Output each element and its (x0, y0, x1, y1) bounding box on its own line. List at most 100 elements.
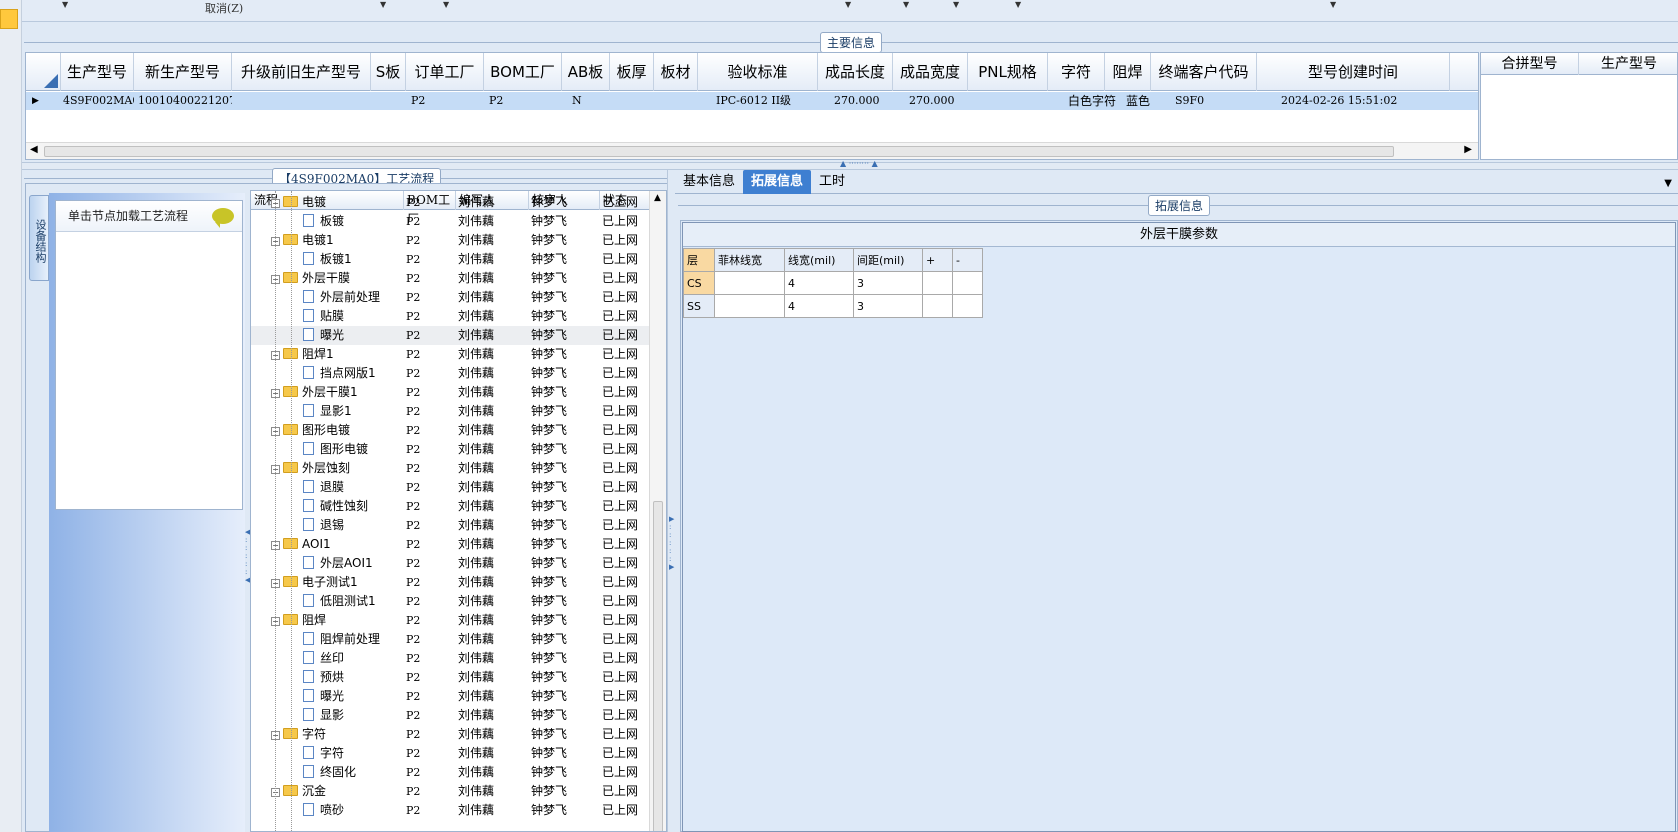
table-cell[interactable]: N (570, 92, 610, 110)
cell-writer[interactable]: 刘伟藕 (458, 554, 528, 573)
cell-status[interactable]: 已上网 (602, 554, 650, 573)
cell-writer[interactable]: 刘伟藕 (458, 649, 528, 668)
chevron-down-icon[interactable]: ▼ (443, 0, 449, 9)
col-header[interactable]: 订单工厂 (406, 53, 484, 91)
table-cell[interactable]: 2024-02-26 15:51:02 (1279, 92, 1449, 110)
cell-bom[interactable]: P2 (406, 440, 454, 459)
tree-leaf-node[interactable]: 图形电镀 P2 刘伟藕 钟梦飞 已上网 (251, 440, 649, 459)
chevron-down-icon[interactable]: ▼ (1015, 0, 1021, 9)
tree-leaf-node[interactable]: 板镀 P2 刘伟藕 钟梦飞 已上网 (251, 212, 649, 231)
cell-status[interactable]: 已上网 (602, 364, 650, 383)
cell-reviewer[interactable]: 钟梦飞 (531, 288, 599, 307)
cell-reviewer[interactable]: 钟梦飞 (531, 516, 599, 535)
table-cell[interactable] (654, 92, 698, 110)
tree-leaf-node[interactable]: 丝印 P2 刘伟藕 钟梦飞 已上网 (251, 649, 649, 668)
cell-reviewer[interactable]: 钟梦飞 (531, 535, 599, 554)
col-header[interactable]: 成品长度 (818, 53, 893, 91)
cell-reviewer[interactable]: 钟梦飞 (531, 307, 599, 326)
col-header[interactable]: 板材 (654, 53, 698, 91)
cell-reviewer[interactable]: 钟梦飞 (531, 649, 599, 668)
tree-leaf-node[interactable]: 曝光 P2 刘伟藕 钟梦飞 已上网 (251, 326, 649, 345)
tree-leaf-node[interactable]: 曝光 P2 刘伟藕 钟梦飞 已上网 (251, 687, 649, 706)
remove-column-button[interactable]: - (952, 248, 983, 272)
cell-status[interactable]: 已上网 (602, 744, 650, 763)
cell-writer[interactable]: 刘伟藕 (458, 231, 528, 250)
cell-writer[interactable]: 刘伟藕 (458, 611, 528, 630)
tree-leaf-node[interactable]: 显影1 P2 刘伟藕 钟梦飞 已上网 (251, 402, 649, 421)
cell-reviewer[interactable]: 钟梦飞 (531, 269, 599, 288)
table-cell[interactable]: 3 (853, 294, 923, 318)
tree-leaf-node[interactable]: 贴膜 P2 刘伟藕 钟梦飞 已上网 (251, 307, 649, 326)
cell-reviewer[interactable]: 钟梦飞 (531, 725, 599, 744)
select-all-icon[interactable] (44, 74, 58, 88)
add-column-button[interactable]: + (922, 248, 953, 272)
layer-cell[interactable]: CS (683, 271, 715, 295)
vertical-splitter[interactable]: ▶::::: ▶ (667, 170, 675, 832)
cell-reviewer[interactable]: 钟梦飞 (531, 364, 599, 383)
tree-leaf-node[interactable]: 终固化 P2 刘伟藕 钟梦飞 已上网 (251, 763, 649, 782)
horizontal-scrollbar[interactable]: ◀ ▶ (26, 142, 1478, 159)
cell-bom[interactable]: P2 (406, 478, 454, 497)
cell-reviewer[interactable]: 钟梦飞 (531, 668, 599, 687)
cell-bom[interactable]: P2 (406, 231, 454, 250)
table-cell[interactable]: P2 (487, 92, 562, 110)
col-header[interactable]: 菲林线宽 (714, 248, 785, 272)
tree-group-node[interactable]: − 图形电镀 P2 刘伟藕 钟梦飞 已上网 (251, 421, 649, 440)
cell-reviewer[interactable]: 钟梦飞 (531, 611, 599, 630)
table-cell[interactable] (952, 294, 983, 318)
cell-writer[interactable]: 刘伟藕 (458, 592, 528, 611)
cell-reviewer[interactable]: 钟梦飞 (531, 573, 599, 592)
cell-bom[interactable]: P2 (406, 554, 454, 573)
cell-writer[interactable]: 刘伟藕 (458, 687, 528, 706)
tree-group-node[interactable]: − 外层蚀刻 P2 刘伟藕 钟梦飞 已上网 (251, 459, 649, 478)
cell-bom[interactable]: P2 (406, 516, 454, 535)
col-header[interactable]: 升级前旧生产型号 (232, 53, 371, 91)
cell-bom[interactable]: P2 (406, 592, 454, 611)
cell-status[interactable]: 已上网 (602, 212, 650, 231)
cell-reviewer[interactable]: 钟梦飞 (531, 193, 599, 212)
tree-group-node[interactable]: − 电镀 P2 刘伟藕 钟梦飞 已上网 (251, 193, 649, 212)
table-cell[interactable]: 4 (784, 294, 854, 318)
col-header[interactable]: 生产型号 (1579, 53, 1678, 75)
cell-status[interactable]: 已上网 (602, 402, 650, 421)
cell-status[interactable]: 已上网 (602, 573, 650, 592)
cell-writer[interactable]: 刘伟藕 (458, 383, 528, 402)
cell-status[interactable]: 已上网 (602, 497, 650, 516)
table-cell[interactable] (922, 271, 953, 295)
cell-status[interactable]: 已上网 (602, 421, 650, 440)
table-cell[interactable] (714, 294, 785, 318)
table-cell[interactable] (232, 92, 371, 110)
cell-bom[interactable]: P2 (406, 364, 454, 383)
cell-writer[interactable]: 刘伟藕 (458, 364, 528, 383)
cell-bom[interactable]: P2 (406, 535, 454, 554)
scroll-thumb[interactable] (653, 501, 663, 831)
table-row[interactable]: CS 4 3 (683, 271, 983, 295)
scroll-right-icon[interactable]: ▶ (1464, 144, 1472, 155)
cell-bom[interactable]: P2 (406, 744, 454, 763)
cell-bom[interactable]: P2 (406, 801, 454, 820)
equipment-structure-tab[interactable]: 设备结构 (29, 195, 49, 281)
table-cell[interactable] (922, 294, 953, 318)
scroll-left-icon[interactable]: ◀ (30, 144, 38, 155)
cell-bom[interactable]: P2 (406, 288, 454, 307)
chevron-down-icon[interactable]: ▼ (380, 0, 386, 9)
cell-bom[interactable]: P2 (406, 573, 454, 592)
tree-leaf-node[interactable]: 显影 P2 刘伟藕 钟梦飞 已上网 (251, 706, 649, 725)
col-header[interactable]: 终端客户代码 (1151, 53, 1257, 91)
table-cell[interactable] (371, 92, 406, 110)
chevron-down-icon[interactable]: ▼ (845, 0, 851, 9)
chevron-down-icon[interactable]: ▼ (1664, 178, 1672, 189)
cell-reviewer[interactable]: 钟梦飞 (531, 231, 599, 250)
cell-writer[interactable]: 刘伟藕 (458, 307, 528, 326)
tree-group-node[interactable]: − AOI1 P2 刘伟藕 钟梦飞 已上网 (251, 535, 649, 554)
horizontal-splitter[interactable]: ▲ ········ ▲ (22, 159, 1678, 170)
cell-writer[interactable]: 刘伟藕 (458, 763, 528, 782)
scroll-thumb[interactable] (44, 146, 1394, 157)
col-header[interactable]: 阻焊 (1105, 53, 1151, 91)
cell-status[interactable]: 已上网 (602, 725, 650, 744)
cell-status[interactable]: 已上网 (602, 592, 650, 611)
cell-writer[interactable]: 刘伟藕 (458, 440, 528, 459)
cell-status[interactable]: 已上网 (602, 535, 650, 554)
cell-writer[interactable]: 刘伟藕 (458, 212, 528, 231)
cell-writer[interactable]: 刘伟藕 (458, 193, 528, 212)
